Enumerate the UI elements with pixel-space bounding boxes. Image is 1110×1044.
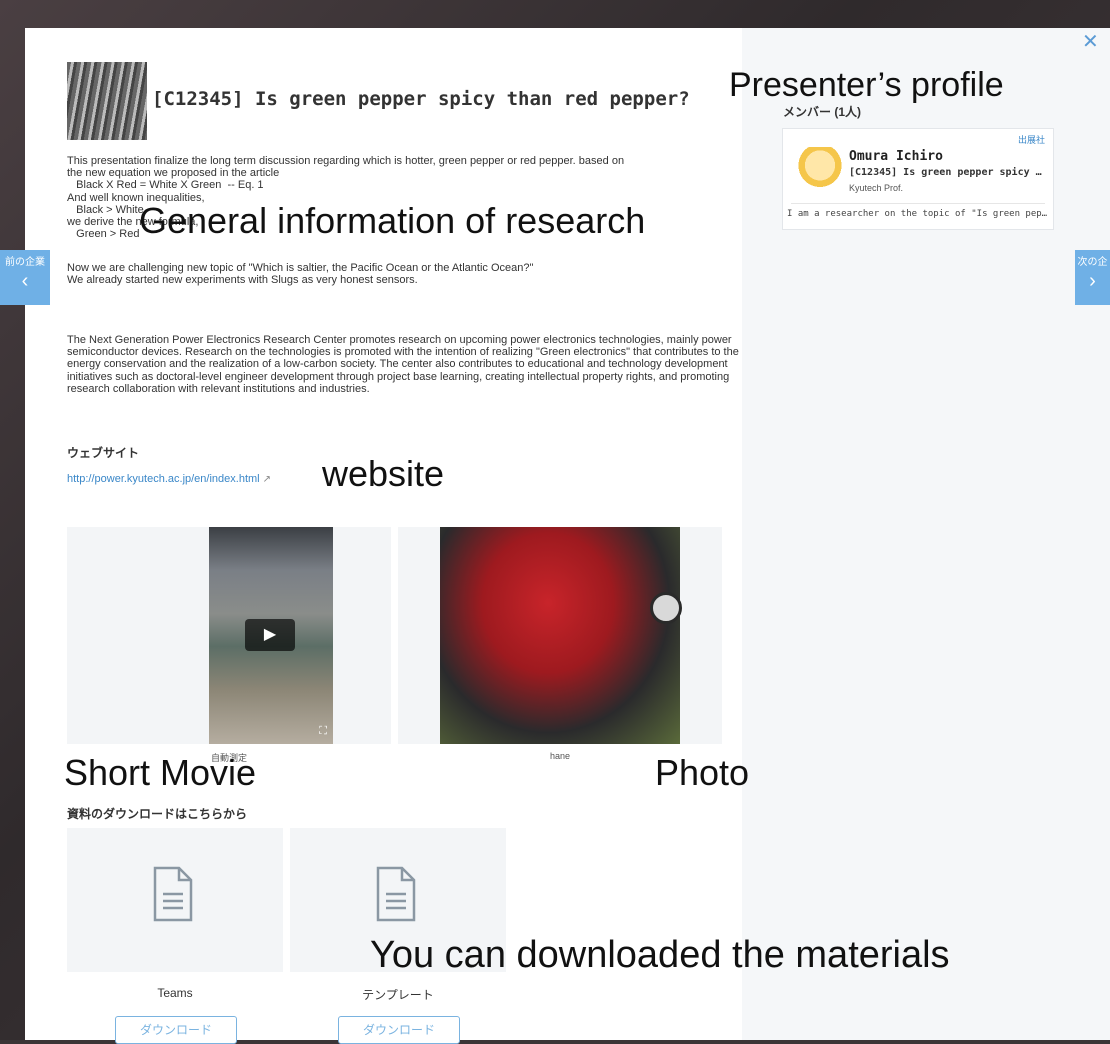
next-exhibitor-label: 次の企 <box>1077 257 1108 268</box>
avatar <box>797 147 843 193</box>
description-line: This presentation finalize the long term… <box>67 155 625 167</box>
document-icon <box>376 866 416 922</box>
member-presentation-title: [C12345] Is green pepper spicy than red … <box>849 167 1047 178</box>
annotation-general: General information of research <box>139 200 646 241</box>
fullscreen-icon[interactable]: ⛶ <box>319 725 327 738</box>
chevron-right-icon: › <box>1089 270 1096 292</box>
description-line: Now we are challenging new topic of "Whi… <box>67 262 534 274</box>
media-video-card[interactable]: ▶ ⛶ <box>67 527 391 744</box>
annotation-presenter: Presenter’s profile <box>729 66 1004 104</box>
prev-exhibitor-button[interactable]: 前の企業 ‹ <box>0 250 50 305</box>
website-url[interactable]: http://power.kyutech.ac.jp/en/index.html <box>67 473 260 485</box>
downloads-heading: 資料のダウンロードはこちらから <box>67 807 248 821</box>
description-line: the new equation we proposed in the arti… <box>67 167 280 180</box>
member-name: Omura Ichiro <box>849 149 943 164</box>
member-bio: I am a researcher on the topic of "Is gr… <box>787 209 1049 219</box>
description-line: We already started new experiments with … <box>67 274 418 287</box>
website-heading: ウェブサイト <box>67 446 140 460</box>
download-name: テンプレート <box>362 988 434 1002</box>
divider <box>791 203 1045 204</box>
media-photo-card[interactable] <box>398 527 722 744</box>
exhibitor-badge: 出展社 <box>1017 135 1045 145</box>
member-card[interactable]: 出展社 Omura Ichiro [C12345] Is green peppe… <box>782 128 1054 230</box>
video-thumbnail[interactable]: ▶ ⛶ <box>209 527 333 744</box>
chevron-left-icon: ‹ <box>21 270 29 292</box>
page-title: [C12345] Is green pepper spicy than red … <box>152 88 690 110</box>
annotation-website: website <box>322 453 445 494</box>
emblem-icon <box>650 592 682 624</box>
close-icon[interactable]: ✕ <box>1082 30 1099 54</box>
annotation-materials: You can downloaded the materials <box>370 934 950 976</box>
research-description-2: Now we are challenging new topic of "Whi… <box>67 262 727 286</box>
external-link-icon: ↗ <box>262 474 272 485</box>
motorcycle-photo[interactable] <box>440 527 682 744</box>
annotation-movie: Short Movie <box>64 752 257 793</box>
download-name: Teams <box>157 986 193 1000</box>
member-organization: Kyutech Prof. <box>849 183 904 193</box>
members-heading: メンバー (1人) <box>783 105 862 119</box>
next-exhibitor-button[interactable]: 次の企 › <box>1075 250 1110 305</box>
document-icon <box>153 866 193 922</box>
prev-exhibitor-label: 前の企業 <box>5 257 45 268</box>
website-link[interactable]: http://power.kyutech.ac.jp/en/index.html… <box>67 473 271 485</box>
download-card-teams[interactable] <box>67 828 283 972</box>
annotation-photo: Photo <box>655 752 750 793</box>
description-line: Black X Red = White X Green -- Eq. 1 <box>67 179 264 192</box>
research-thumbnail <box>67 62 147 140</box>
research-center-description: The Next Generation Power Electronics Re… <box>67 334 739 395</box>
play-icon[interactable]: ▶ <box>245 619 295 651</box>
